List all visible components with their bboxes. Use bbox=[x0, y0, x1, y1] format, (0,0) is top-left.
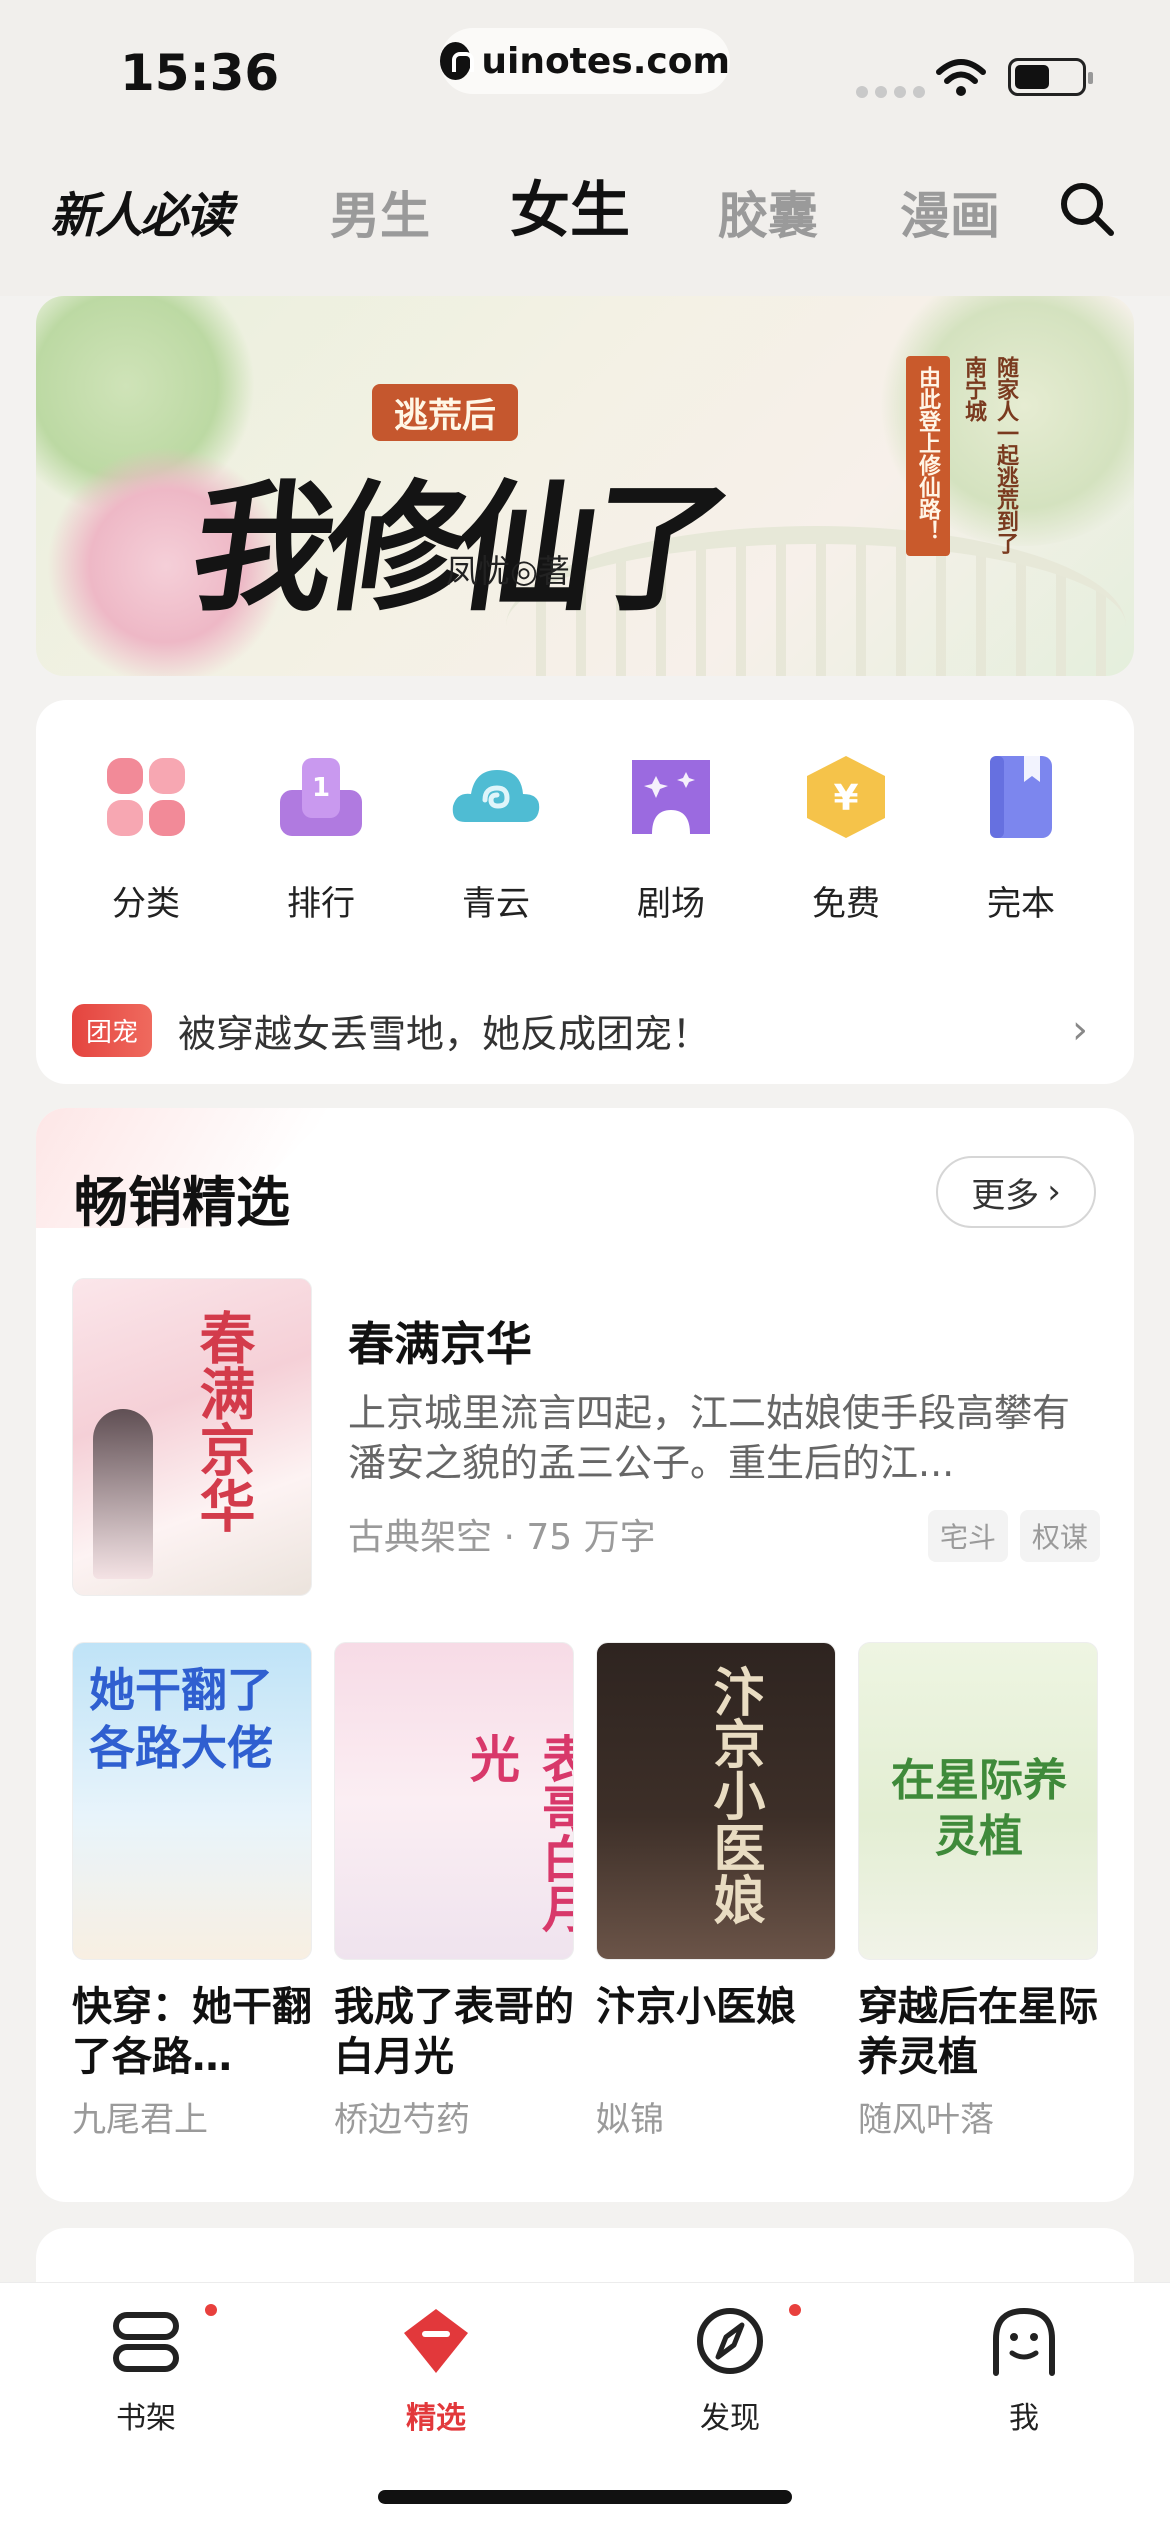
book-item[interactable]: 表哥白月光 我成了表哥的白月光 桥边芍药 bbox=[334, 1642, 574, 2141]
featured-book-description: 上京城里流言四起，江二姑娘使手段高攀有潘安之貌的孟三公子。重生后的江... bbox=[348, 1391, 1071, 1485]
chevron-right-icon: › bbox=[1047, 1172, 1061, 1212]
tab-capsule[interactable]: 胶囊 bbox=[718, 176, 818, 248]
cover-title: 表哥白月光 bbox=[462, 1733, 574, 1933]
category-free[interactable]: ¥ 免费 bbox=[776, 752, 916, 925]
tag-badge: 权谋 bbox=[1019, 1510, 1100, 1562]
status-bar: 15:36 uinotes.com bbox=[0, 0, 1170, 140]
cover-title: 在星际养灵植 bbox=[891, 1755, 1067, 1862]
banner-title: 我修仙了 bbox=[182, 467, 734, 631]
lock-icon bbox=[440, 42, 475, 80]
yuan-coin-icon: ¥ bbox=[807, 756, 885, 838]
category-grid-icon bbox=[107, 758, 185, 836]
bookmark-book-icon bbox=[990, 756, 1052, 838]
book-cover: 她干翻了各路大佬 bbox=[72, 1642, 312, 1960]
category-label: 免费 bbox=[812, 884, 880, 924]
category-completed[interactable]: 完本 bbox=[951, 752, 1091, 925]
tab-male[interactable]: 男生 bbox=[330, 176, 430, 248]
notice-text: 被穿越女丢雪地，她反成团宠！ bbox=[178, 1011, 711, 1056]
tab-bookshelf[interactable]: 书架 bbox=[76, 2301, 220, 2437]
notice-tag: 团宠 bbox=[72, 1003, 153, 1057]
category-label: 完本 bbox=[987, 884, 1055, 924]
category-card: 分类 1 排行 青云 剧场 ¥ 免费 完本 团宠 被穿越女丢雪地，她反成团宠！ … bbox=[36, 700, 1134, 1084]
category-label: 分类 bbox=[112, 884, 180, 924]
book-item[interactable]: 汴京小医娘 汴京小医娘 姒锦 bbox=[596, 1642, 836, 2141]
url-text: uinotes.com bbox=[481, 40, 730, 82]
book-item[interactable]: 在星际养灵植 穿越后在星际养灵植 随风叶落 bbox=[858, 1642, 1098, 2141]
tab-label: 发现 bbox=[700, 2401, 760, 2436]
book-cover: 表哥白月光 bbox=[334, 1642, 574, 1960]
svg-text:¥: ¥ bbox=[833, 778, 858, 819]
book-cover: 在星际养灵植 bbox=[858, 1642, 1098, 1960]
bestseller-card: 畅销精选 更多 › 春满京华 春满京华 上京城里流言四起，江二姑娘使手段高攀有潘… bbox=[36, 1108, 1134, 2202]
tab-female[interactable]: 女生 bbox=[510, 162, 630, 249]
featured-cover-title: 春满京华 bbox=[190, 1309, 256, 1533]
bookshelf-icon bbox=[113, 2312, 179, 2372]
book-author: 桥边芍药 bbox=[334, 2100, 470, 2140]
book-title: 我成了表哥的白月光 bbox=[334, 1984, 574, 2080]
banner-tagline-red: 由此登上修仙路！ bbox=[906, 356, 950, 556]
featured-book-title[interactable]: 春满京华 bbox=[348, 1308, 532, 1374]
book-author: 姒锦 bbox=[596, 2100, 664, 2140]
banner-tagline: 由此登上修仙路！ 随家人一起逃荒到了南宁城 bbox=[906, 356, 1026, 556]
category-classify[interactable]: 分类 bbox=[76, 752, 216, 925]
tab-label: 书架 bbox=[116, 2401, 176, 2436]
cover-title: 她干翻了各路大佬 bbox=[89, 1663, 273, 1775]
cover-title: 汴京小医娘 bbox=[704, 1665, 765, 1925]
banner-author: 凤忧◎著 bbox=[446, 552, 570, 590]
cloud-icon bbox=[452, 770, 540, 822]
notification-badge bbox=[786, 2301, 804, 2319]
banner-tagline-dark: 随家人一起逃荒到了南宁城 bbox=[961, 356, 1019, 554]
book-title: 快穿：她干翻了各路… bbox=[72, 1984, 312, 2080]
compass-icon bbox=[697, 2308, 763, 2374]
tag-badge: 宅斗 bbox=[927, 1510, 1008, 1562]
profile-face-icon bbox=[993, 2307, 1055, 2376]
featured-gem-icon bbox=[404, 2309, 468, 2373]
tab-label: 精选 bbox=[406, 2401, 466, 2436]
category-theater[interactable]: 剧场 bbox=[601, 752, 741, 925]
book-author: 九尾君上 bbox=[72, 2100, 208, 2140]
book-title: 穿越后在星际养灵植 bbox=[858, 1984, 1098, 2080]
featured-book-cover[interactable]: 春满京华 bbox=[72, 1278, 312, 1596]
category-label: 排行 bbox=[287, 884, 355, 924]
featured-book-tags: 宅斗 权谋 bbox=[927, 1510, 1100, 1562]
home-indicator[interactable] bbox=[378, 2490, 792, 2504]
top-nav: 新人必读 男生 女生 胶囊 漫画 bbox=[0, 140, 1170, 296]
wifi-icon bbox=[936, 59, 986, 96]
tab-discover[interactable]: 发现 bbox=[660, 2301, 804, 2437]
status-time: 15:36 bbox=[120, 44, 280, 102]
notice-row[interactable]: 团宠 被穿越女丢雪地，她反成团宠！ › bbox=[72, 1000, 1102, 1060]
featured-book-meta: 古典架空 · 75 万字 bbox=[348, 1517, 656, 1558]
promo-banner[interactable]: 逃荒后 我修仙了 凤忧◎著 由此登上修仙路！ 随家人一起逃荒到了南宁城 bbox=[36, 296, 1134, 676]
chevron-right-icon: › bbox=[1072, 1007, 1088, 1053]
theater-icon bbox=[632, 760, 710, 834]
category-ranking[interactable]: 1 排行 bbox=[251, 752, 391, 925]
battery-icon bbox=[1008, 58, 1093, 96]
category-label: 剧场 bbox=[637, 884, 705, 924]
ranking-podium-icon: 1 bbox=[280, 758, 362, 836]
category-qingyun[interactable]: 青云 bbox=[426, 752, 566, 925]
tab-profile[interactable]: 我 bbox=[954, 2303, 1094, 2437]
book-title: 汴京小医娘 bbox=[596, 1984, 796, 2030]
url-pill[interactable]: uinotes.com bbox=[440, 28, 730, 94]
search-icon[interactable] bbox=[1058, 180, 1116, 238]
more-button[interactable]: 更多 › bbox=[936, 1156, 1096, 1228]
section-title: 畅销精选 bbox=[74, 1171, 290, 1234]
notification-badge bbox=[202, 2301, 220, 2319]
book-item[interactable]: 她干翻了各路大佬 快穿：她干翻了各路… 九尾君上 bbox=[72, 1642, 312, 2141]
banner-subtitle: 逃荒后 bbox=[372, 384, 518, 441]
tab-featured[interactable]: 精选 bbox=[366, 2303, 506, 2437]
tab-label: 我 bbox=[1009, 2401, 1039, 2436]
svg-text:1: 1 bbox=[312, 773, 330, 803]
book-author: 随风叶落 bbox=[858, 2100, 994, 2140]
signal-icon bbox=[856, 86, 925, 98]
book-cover: 汴京小医娘 bbox=[596, 1642, 836, 1960]
more-label: 更多 bbox=[971, 1175, 1040, 1216]
category-label: 青云 bbox=[462, 884, 530, 924]
newbie-must-read-logo[interactable]: 新人必读 bbox=[50, 176, 233, 246]
tab-comics[interactable]: 漫画 bbox=[900, 176, 1000, 248]
